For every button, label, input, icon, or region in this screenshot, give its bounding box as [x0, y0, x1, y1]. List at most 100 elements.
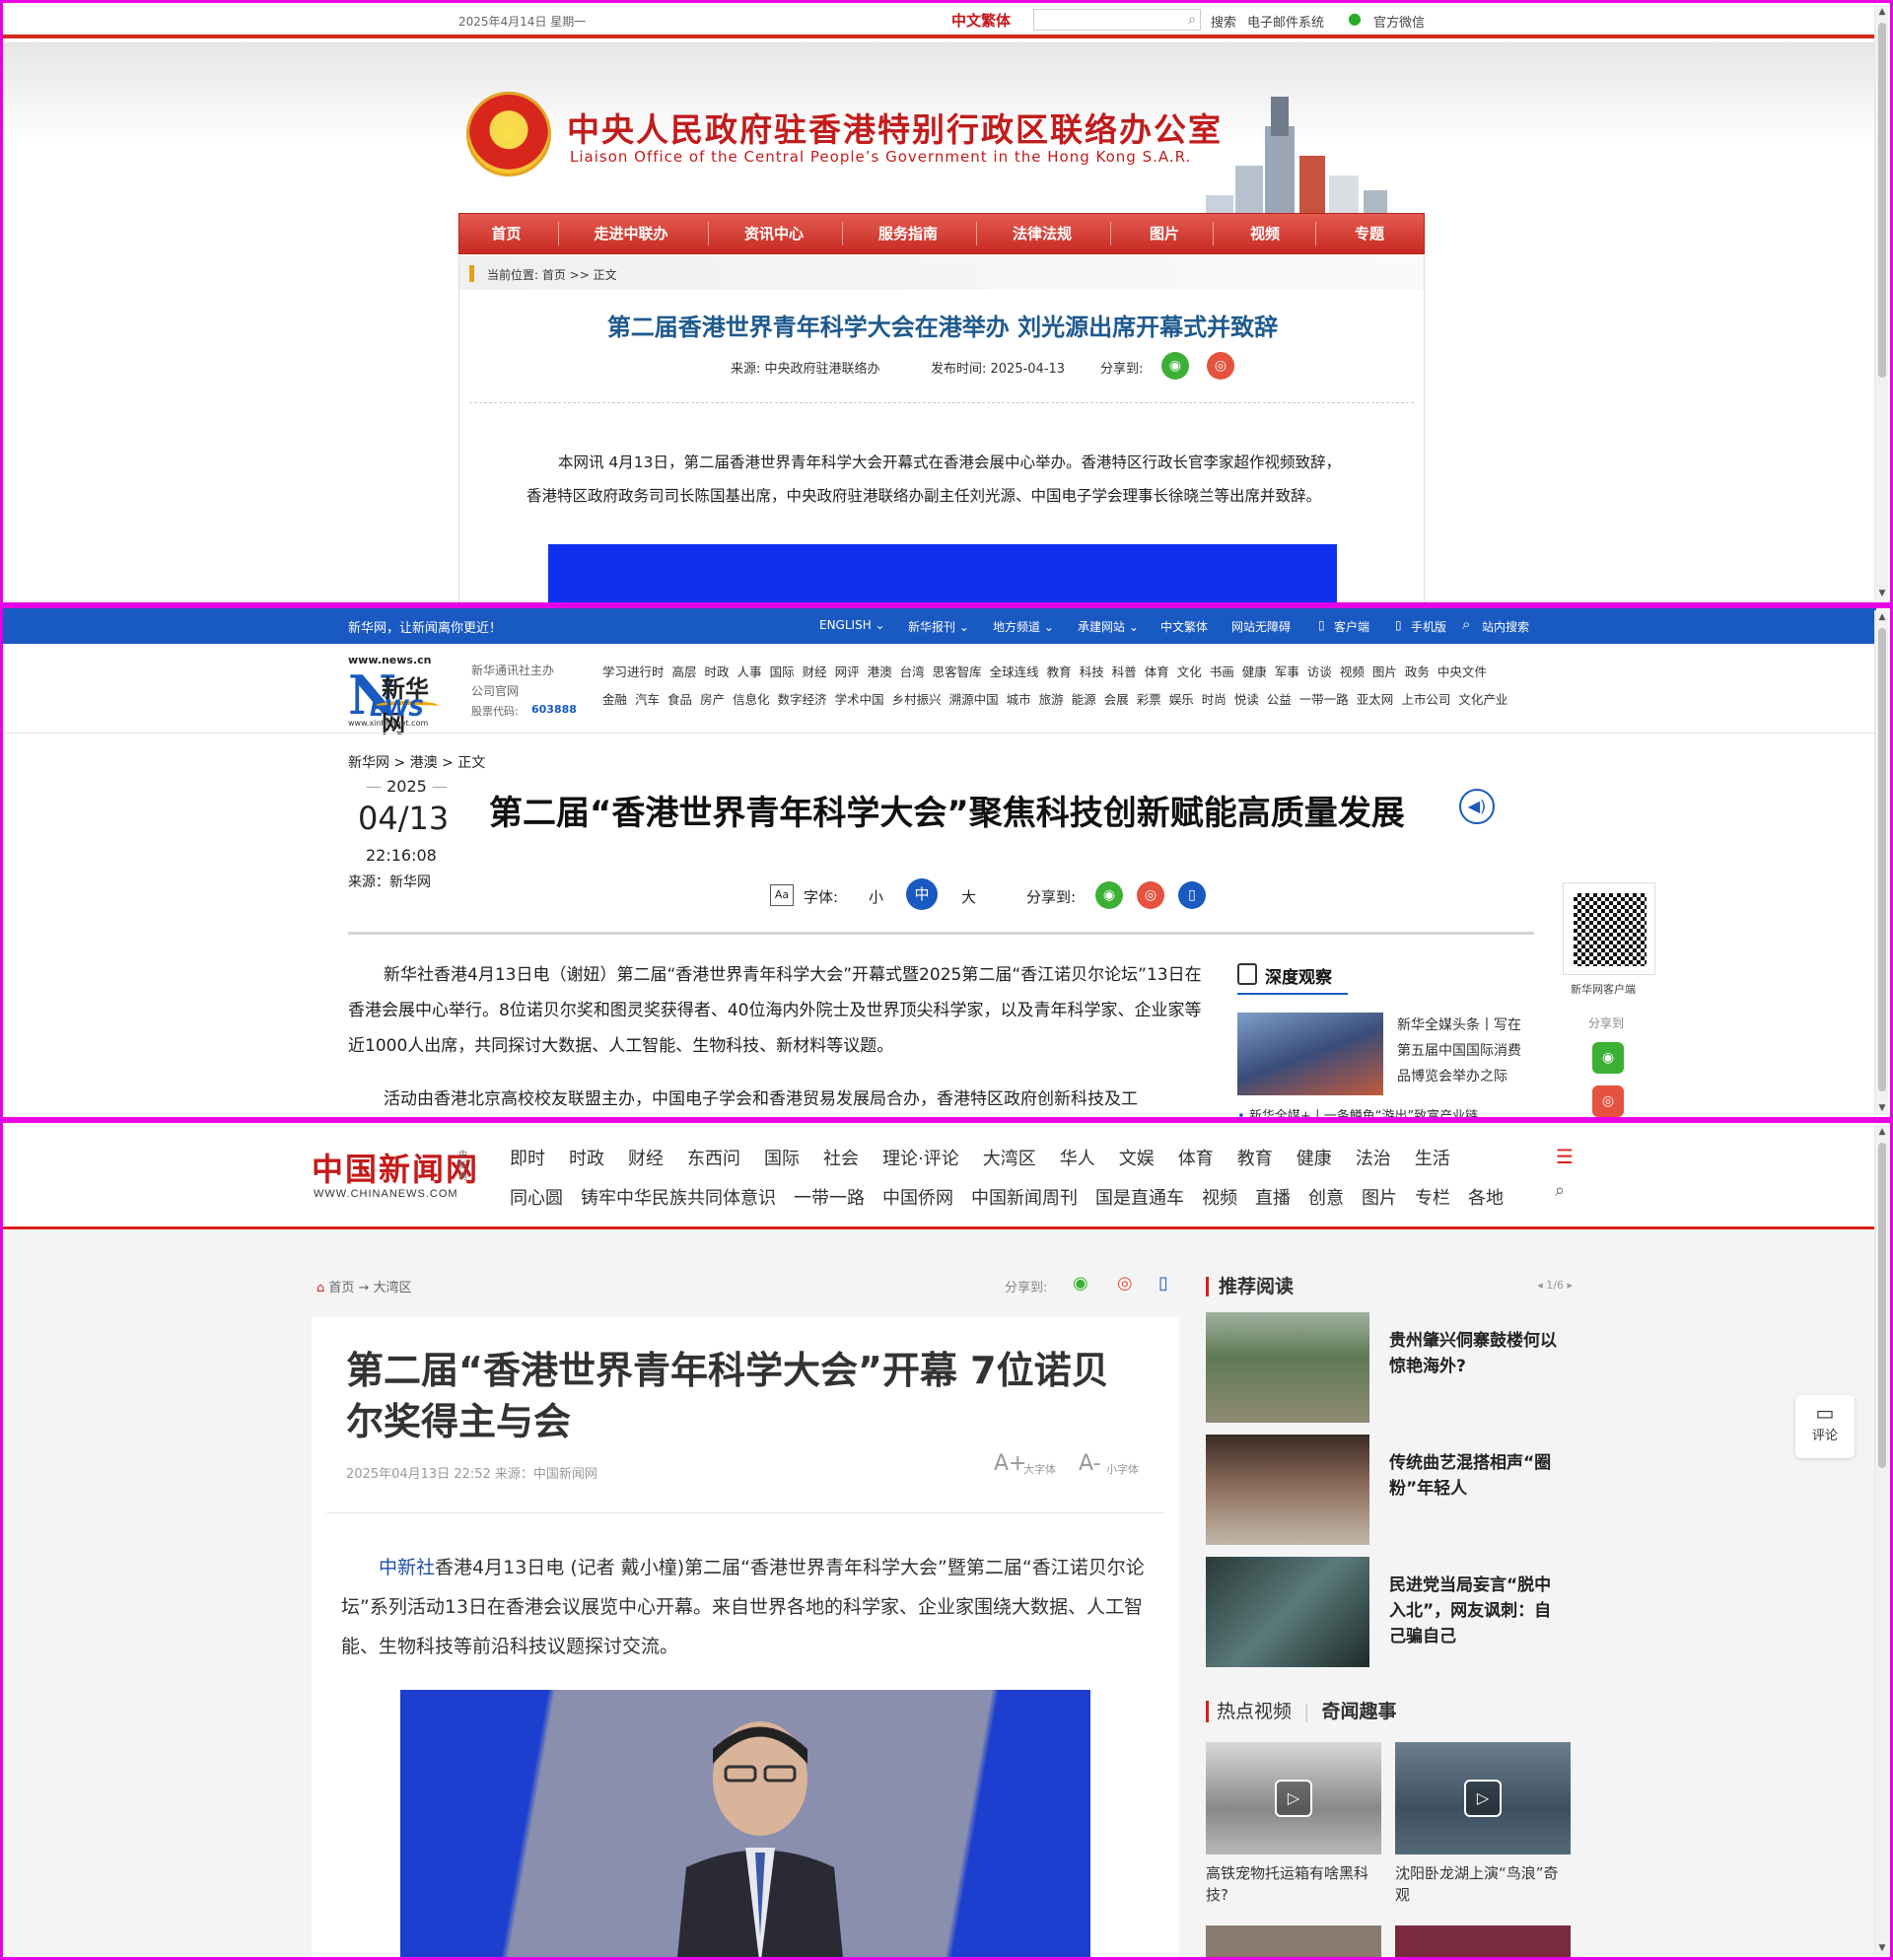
nav-item-6[interactable]: 视频 [1202, 1188, 1237, 1209]
nav-laws[interactable]: 法律法规 [976, 214, 1108, 253]
nav-item-5[interactable]: 社会 [823, 1149, 859, 1169]
search-link[interactable]: 搜索 [1211, 12, 1236, 31]
breadcrumb[interactable]: 新华网 > 港澳 > 正文 [348, 752, 485, 772]
nav-item-9[interactable]: 图片 [1362, 1188, 1397, 1209]
channel-link-6[interactable]: 学术中国 [835, 692, 884, 707]
agency-name[interactable]: 中新社 [379, 1557, 435, 1578]
side-weibo-icon[interactable]: ◎ [1592, 1085, 1624, 1117]
weibo-share-icon[interactable]: ◎ [1137, 881, 1164, 909]
channel-link-2[interactable]: 时政 [705, 665, 730, 679]
recommended-thumb[interactable] [1206, 1557, 1369, 1667]
nav-item-9[interactable]: 文娱 [1119, 1149, 1155, 1169]
big-font-label[interactable]: 大字体 [1023, 1461, 1056, 1477]
tab-hot-videos[interactable]: 热点视频 [1206, 1701, 1293, 1722]
font-large-button[interactable]: 大 [961, 886, 976, 907]
search-icon[interactable]: ⌕ [1555, 1180, 1565, 1201]
feature-caption[interactable]: 新华全媒头条丨写在第五届中国国际消费品博览会举办之际 [1397, 1013, 1533, 1089]
recommended-thumb[interactable] [1206, 1312, 1369, 1423]
nav-item-10[interactable]: 专栏 [1415, 1188, 1450, 1209]
mobile-site-link[interactable]: 手机版 [1411, 618, 1446, 635]
scroll-down-icon[interactable]: ▼ [1875, 587, 1889, 600]
breadcrumb-text[interactable]: 首页 → 大湾区 [328, 1281, 411, 1295]
nav-videos[interactable]: 视频 [1213, 214, 1317, 253]
wechat-share-icon[interactable]: ◉ [1073, 1273, 1088, 1294]
channel-link-3[interactable]: 人事 [737, 665, 762, 679]
traditional-chinese-link[interactable]: 中文繁体 [1160, 618, 1208, 635]
nav-item-4[interactable]: 国际 [764, 1149, 800, 1169]
video-thumb[interactable] [1206, 1925, 1381, 1957]
channel-link-1[interactable]: 高层 [672, 665, 697, 679]
english-link[interactable]: ENGLISH ⌄ [819, 618, 885, 632]
channel-link-18[interactable]: 一带一路 [1299, 692, 1349, 707]
font-medium-button[interactable]: 中 [906, 878, 938, 910]
channel-link-11[interactable]: 教育 [1047, 665, 1072, 679]
scroll-up-icon[interactable]: ▲ [1875, 1125, 1889, 1139]
channel-link-7[interactable]: 乡村振兴 [892, 692, 942, 707]
play-icon[interactable]: ▷ [1275, 1780, 1312, 1817]
recommended-item[interactable]: 民进党当局妄言“脱中入北”，网友讽刺：自己骗自己 [1206, 1557, 1573, 1667]
video-item[interactable]: ▷ 沈阳卧龙湖上演“鸟浪”奇观 [1395, 1742, 1571, 1906]
nav-item-1[interactable]: 铸牢中华民族共同体意识 [581, 1188, 776, 1209]
channel-link-4[interactable]: 国际 [770, 665, 795, 679]
nav-topics[interactable]: 专题 [1315, 214, 1424, 253]
channel-link-10[interactable]: 旅游 [1039, 692, 1064, 707]
nav-item-6[interactable]: 理论·评论 [882, 1149, 959, 1169]
chinanews-logo[interactable]: 中国新闻网 WWW.CHINANEWS.COM [312, 1145, 479, 1200]
nav-item-1[interactable]: 时政 [569, 1149, 604, 1169]
channel-link-15[interactable]: 文化 [1177, 665, 1202, 679]
channel-link-3[interactable]: 房产 [700, 692, 725, 707]
weibo-share-icon[interactable]: ◎ [1117, 1273, 1133, 1294]
scrollbar-thumb[interactable] [1878, 23, 1886, 378]
nav-item-8[interactable]: 创意 [1308, 1188, 1344, 1209]
next-page-icon[interactable]: ▸ [1564, 1279, 1573, 1292]
nav-services[interactable]: 服务指南 [842, 214, 974, 253]
channel-link-17[interactable]: 健康 [1242, 665, 1267, 679]
channel-link-0[interactable]: 学习进行时 [602, 665, 665, 679]
channel-link-20[interactable]: 上市公司 [1401, 692, 1450, 707]
channel-link-0[interactable]: 金融 [602, 692, 627, 707]
prev-page-icon[interactable]: ◂ [1537, 1279, 1546, 1292]
recommended-item[interactable]: 贵州肇兴侗寨鼓楼何以惊艳海外? [1206, 1312, 1573, 1423]
local-channels-link[interactable]: 地方频道 ⌄ [993, 618, 1054, 635]
recommended-item[interactable]: 传统曲艺混搭相声“圈粉”年轻人 [1206, 1435, 1573, 1545]
font-decrease-icon[interactable]: A- [1079, 1451, 1101, 1476]
channel-link-12[interactable]: 会展 [1104, 692, 1129, 707]
nav-item-0[interactable]: 即时 [510, 1149, 545, 1169]
nav-item-7[interactable]: 大湾区 [983, 1149, 1036, 1169]
scrollbar[interactable]: ▲ ▼ [1874, 5, 1888, 600]
nav-item-5[interactable]: 国是直通车 [1095, 1188, 1184, 1209]
scrollbar-thumb[interactable] [1878, 628, 1886, 1091]
wechat-share-icon[interactable]: ◉ [1161, 352, 1189, 380]
email-system-link[interactable]: 电子邮件系统 [1247, 12, 1324, 31]
recommended-title[interactable]: 贵州肇兴侗寨鼓楼何以惊艳海外? [1389, 1328, 1563, 1379]
scrollbar-thumb[interactable] [1878, 1143, 1886, 1468]
channel-link-14[interactable]: 体育 [1145, 665, 1169, 679]
channel-link-9[interactable]: 城市 [1007, 692, 1031, 707]
feature-list-item[interactable]: • 新华全媒+丨一条鳟鱼“游出”致富产业链 [1237, 1105, 1478, 1117]
channel-link-16[interactable]: 书画 [1210, 665, 1234, 679]
nav-item-13[interactable]: 法治 [1356, 1149, 1391, 1169]
feature-list-text[interactable]: 新华全媒+丨一条鳟鱼“游出”致富产业链 [1249, 1109, 1478, 1117]
tab-curiosities[interactable]: 奇闻趣事 [1322, 1701, 1397, 1722]
scroll-down-icon[interactable]: ▼ [1875, 1941, 1889, 1955]
nav-item-0[interactable]: 同心圆 [510, 1188, 563, 1209]
channel-link-22[interactable]: 政务 [1405, 665, 1430, 679]
nav-item-14[interactable]: 生活 [1415, 1149, 1450, 1169]
wechat-share-icon[interactable]: ◉ [1095, 881, 1123, 909]
xinhua-logo[interactable]: www.news.cn N 新华网 EWS www.xinhuanet.com [348, 654, 439, 737]
channel-link-1[interactable]: 汽车 [635, 692, 660, 707]
recommended-title[interactable]: 民进党当局妄言“脱中入北”，网友讽刺：自己骗自己 [1389, 1573, 1563, 1649]
video-title[interactable]: 高铁宠物托运箱有啥黑科技? [1206, 1862, 1381, 1906]
nav-item-8[interactable]: 华人 [1060, 1149, 1095, 1169]
nav-item-11[interactable]: 各地 [1468, 1188, 1504, 1209]
recommended-thumb[interactable] [1206, 1435, 1369, 1545]
channel-link-12[interactable]: 科技 [1080, 665, 1104, 679]
accessibility-link[interactable]: 网站无障碍 [1231, 618, 1291, 635]
channel-link-5[interactable]: 数字经济 [778, 692, 827, 707]
nav-about[interactable]: 走进中联办 [558, 214, 704, 253]
search-icon[interactable]: ⌕ [1188, 12, 1196, 28]
channel-link-8[interactable]: 台湾 [900, 665, 925, 679]
search-icon[interactable]: ⌕ [1462, 615, 1470, 633]
scroll-up-icon[interactable]: ▲ [1875, 610, 1889, 624]
nav-item-11[interactable]: 教育 [1237, 1149, 1273, 1169]
